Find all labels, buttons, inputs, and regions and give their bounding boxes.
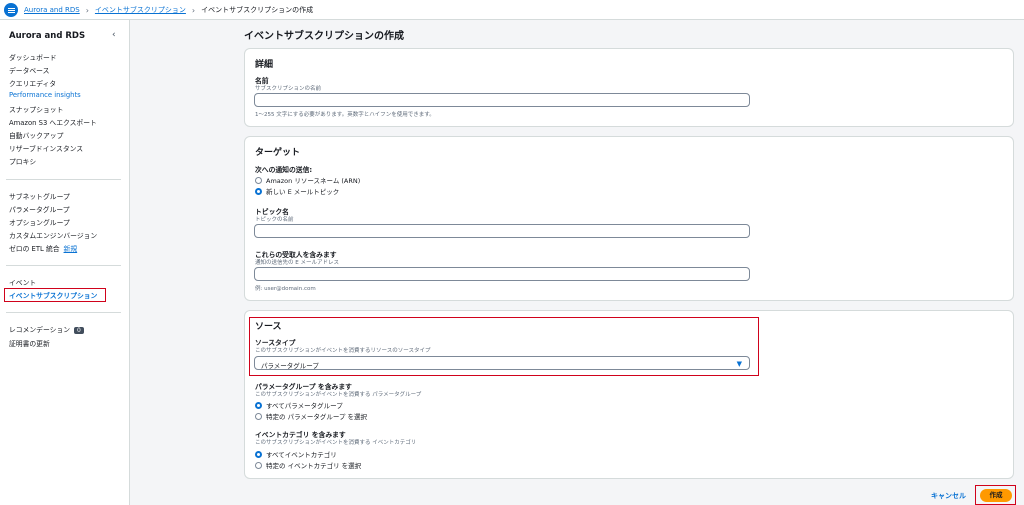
new-badge[interactable]: 新規 bbox=[64, 245, 78, 253]
highlight-box bbox=[249, 317, 759, 376]
recipients-input[interactable] bbox=[254, 267, 750, 281]
sidebar-item-subnet-groups[interactable]: サブネットグループ bbox=[9, 191, 70, 201]
details-heading: 詳細 bbox=[255, 60, 274, 70]
highlight-box bbox=[975, 485, 1016, 505]
sidebar-item-parameter-groups[interactable]: パラメータグループ bbox=[9, 204, 70, 214]
sidebar-item-custom-engine-versions[interactable]: カスタムエンジンバージョン bbox=[9, 230, 97, 240]
name-hint: 1〜255 文字にする必要があります。英数字とハイフンを使用できます。 bbox=[255, 112, 435, 118]
sidebar-item-option-groups[interactable]: オプショングループ bbox=[9, 217, 70, 227]
sidebar-item-performance-insights[interactable]: Performance insights bbox=[9, 91, 81, 99]
sidebar-item-reserved-instances[interactable]: リザーブドインスタンス bbox=[9, 143, 83, 153]
radio-new-topic-label: 新しい E メールトピック bbox=[266, 188, 340, 196]
radio-circle[interactable] bbox=[255, 176, 262, 184]
target-card: ターゲット 次への通知の送信: Amazon リソースネーム (ARN) 新しい… bbox=[244, 136, 1014, 301]
name-description: サブスクリプションの名前 bbox=[255, 86, 322, 92]
sidebar-item-dashboard[interactable]: ダッシュボード bbox=[9, 52, 57, 62]
radio-all-parameter-groups[interactable]: すべてパラメータグループ bbox=[255, 400, 343, 410]
sidebar-item-databases[interactable]: データベース bbox=[9, 65, 49, 75]
radio-circle-selected[interactable] bbox=[255, 401, 262, 409]
sidebar-item-certificate-update[interactable]: 証明書の更新 bbox=[9, 338, 50, 348]
include-parameter-groups-description: このサブスクリプションがイベントを消費する パラメータグループ bbox=[255, 392, 422, 398]
page-title: イベントサブスクリプションの作成 bbox=[244, 31, 404, 42]
sidebar-item-automated-backups[interactable]: 自動バックアップ bbox=[9, 130, 63, 140]
radio-specific-cat-label: 特定の イベントカテゴリ を選択 bbox=[266, 462, 362, 470]
menu-icon[interactable] bbox=[4, 3, 18, 17]
highlight-box bbox=[4, 288, 106, 302]
chevron-right-icon: › bbox=[191, 5, 196, 15]
send-to-label: 次への通知の送信: bbox=[255, 166, 313, 174]
count-badge: 0 bbox=[74, 327, 84, 334]
topic-name-input[interactable] bbox=[254, 224, 750, 238]
sidebar-item-query-editor[interactable]: クエリエディタ bbox=[9, 78, 56, 88]
details-card: 詳細 名前 サブスクリプションの名前 1〜255 文字にする必要があります。英数… bbox=[244, 48, 1014, 127]
sidebar-title: Aurora and RDS bbox=[9, 31, 86, 41]
radio-specific-parameter-groups[interactable]: 特定の パラメータグループ を選択 bbox=[255, 411, 367, 421]
topic-name-description: トピックの名前 bbox=[255, 217, 294, 223]
cancel-button[interactable]: キャンセル bbox=[931, 491, 966, 501]
radio-arn[interactable]: Amazon リソースネーム (ARN) bbox=[255, 175, 360, 185]
sidebar-item-zero-etl[interactable]: ゼロの ETL 統合 新規 bbox=[9, 243, 77, 253]
radio-specific-pg-label: 特定の パラメータグループ を選択 bbox=[266, 413, 368, 421]
target-heading: ターゲット bbox=[255, 148, 301, 158]
sidebar-divider bbox=[6, 312, 121, 313]
chevron-left-icon[interactable]: ‹ bbox=[112, 30, 116, 40]
radio-arn-label: Amazon リソースネーム (ARN) bbox=[266, 177, 361, 185]
sidebar: Aurora and RDS ‹ ダッシュボード データベース クエリエディタ … bbox=[0, 20, 130, 505]
sidebar-item-snapshots[interactable]: スナップショット bbox=[9, 104, 63, 114]
radio-all-cat-label: すべてイベントカテゴリ bbox=[266, 451, 337, 459]
subscription-name-input[interactable] bbox=[254, 93, 750, 107]
sidebar-item-events[interactable]: イベント bbox=[9, 277, 36, 287]
chevron-right-icon: › bbox=[85, 5, 89, 15]
top-bar: Aurora and RDS › イベントサブスクリプション › イベントサブス… bbox=[0, 0, 1024, 20]
sidebar-item-recommendations[interactable]: レコメンデーション 0 bbox=[9, 324, 84, 334]
sidebar-item-s3-export[interactable]: Amazon S3 へエクスポート bbox=[9, 117, 97, 127]
radio-all-event-categories[interactable]: すべてイベントカテゴリ bbox=[255, 449, 337, 459]
sidebar-divider bbox=[6, 265, 121, 266]
radio-circle-selected[interactable] bbox=[255, 450, 262, 458]
radio-all-pg-label: すべてパラメータグループ bbox=[266, 402, 343, 410]
sidebar-item-zero-etl-label: ゼロの ETL 統合 bbox=[9, 245, 60, 253]
recipients-description: 通知の送信先の E メールアドレス bbox=[255, 260, 339, 266]
radio-circle[interactable] bbox=[255, 461, 262, 469]
sidebar-divider bbox=[6, 179, 121, 180]
radio-circle[interactable] bbox=[255, 412, 262, 420]
breadcrumb: Aurora and RDS › イベントサブスクリプション › イベントサブス… bbox=[24, 5, 313, 15]
breadcrumb-current: イベントサブスクリプションの作成 bbox=[201, 6, 314, 14]
recipients-hint: 例: user@domain.com bbox=[255, 286, 316, 292]
radio-circle-selected[interactable] bbox=[255, 187, 262, 195]
breadcrumb-root[interactable]: Aurora and RDS bbox=[24, 6, 80, 14]
source-card: ソース ソースタイプ このサブスクリプションがイベントを消費するリソースのソース… bbox=[244, 310, 1014, 479]
sidebar-item-proxies[interactable]: プロキシ bbox=[9, 156, 36, 166]
include-event-categories-description: このサブスクリプションがイベントを消費する イベントカテゴリ bbox=[255, 440, 417, 446]
sidebar-item-recommendations-label: レコメンデーション bbox=[9, 326, 71, 334]
radio-specific-event-categories[interactable]: 特定の イベントカテゴリ を選択 bbox=[255, 460, 361, 470]
breadcrumb-parent[interactable]: イベントサブスクリプション bbox=[95, 5, 186, 15]
radio-new-email-topic[interactable]: 新しい E メールトピック bbox=[255, 186, 339, 196]
